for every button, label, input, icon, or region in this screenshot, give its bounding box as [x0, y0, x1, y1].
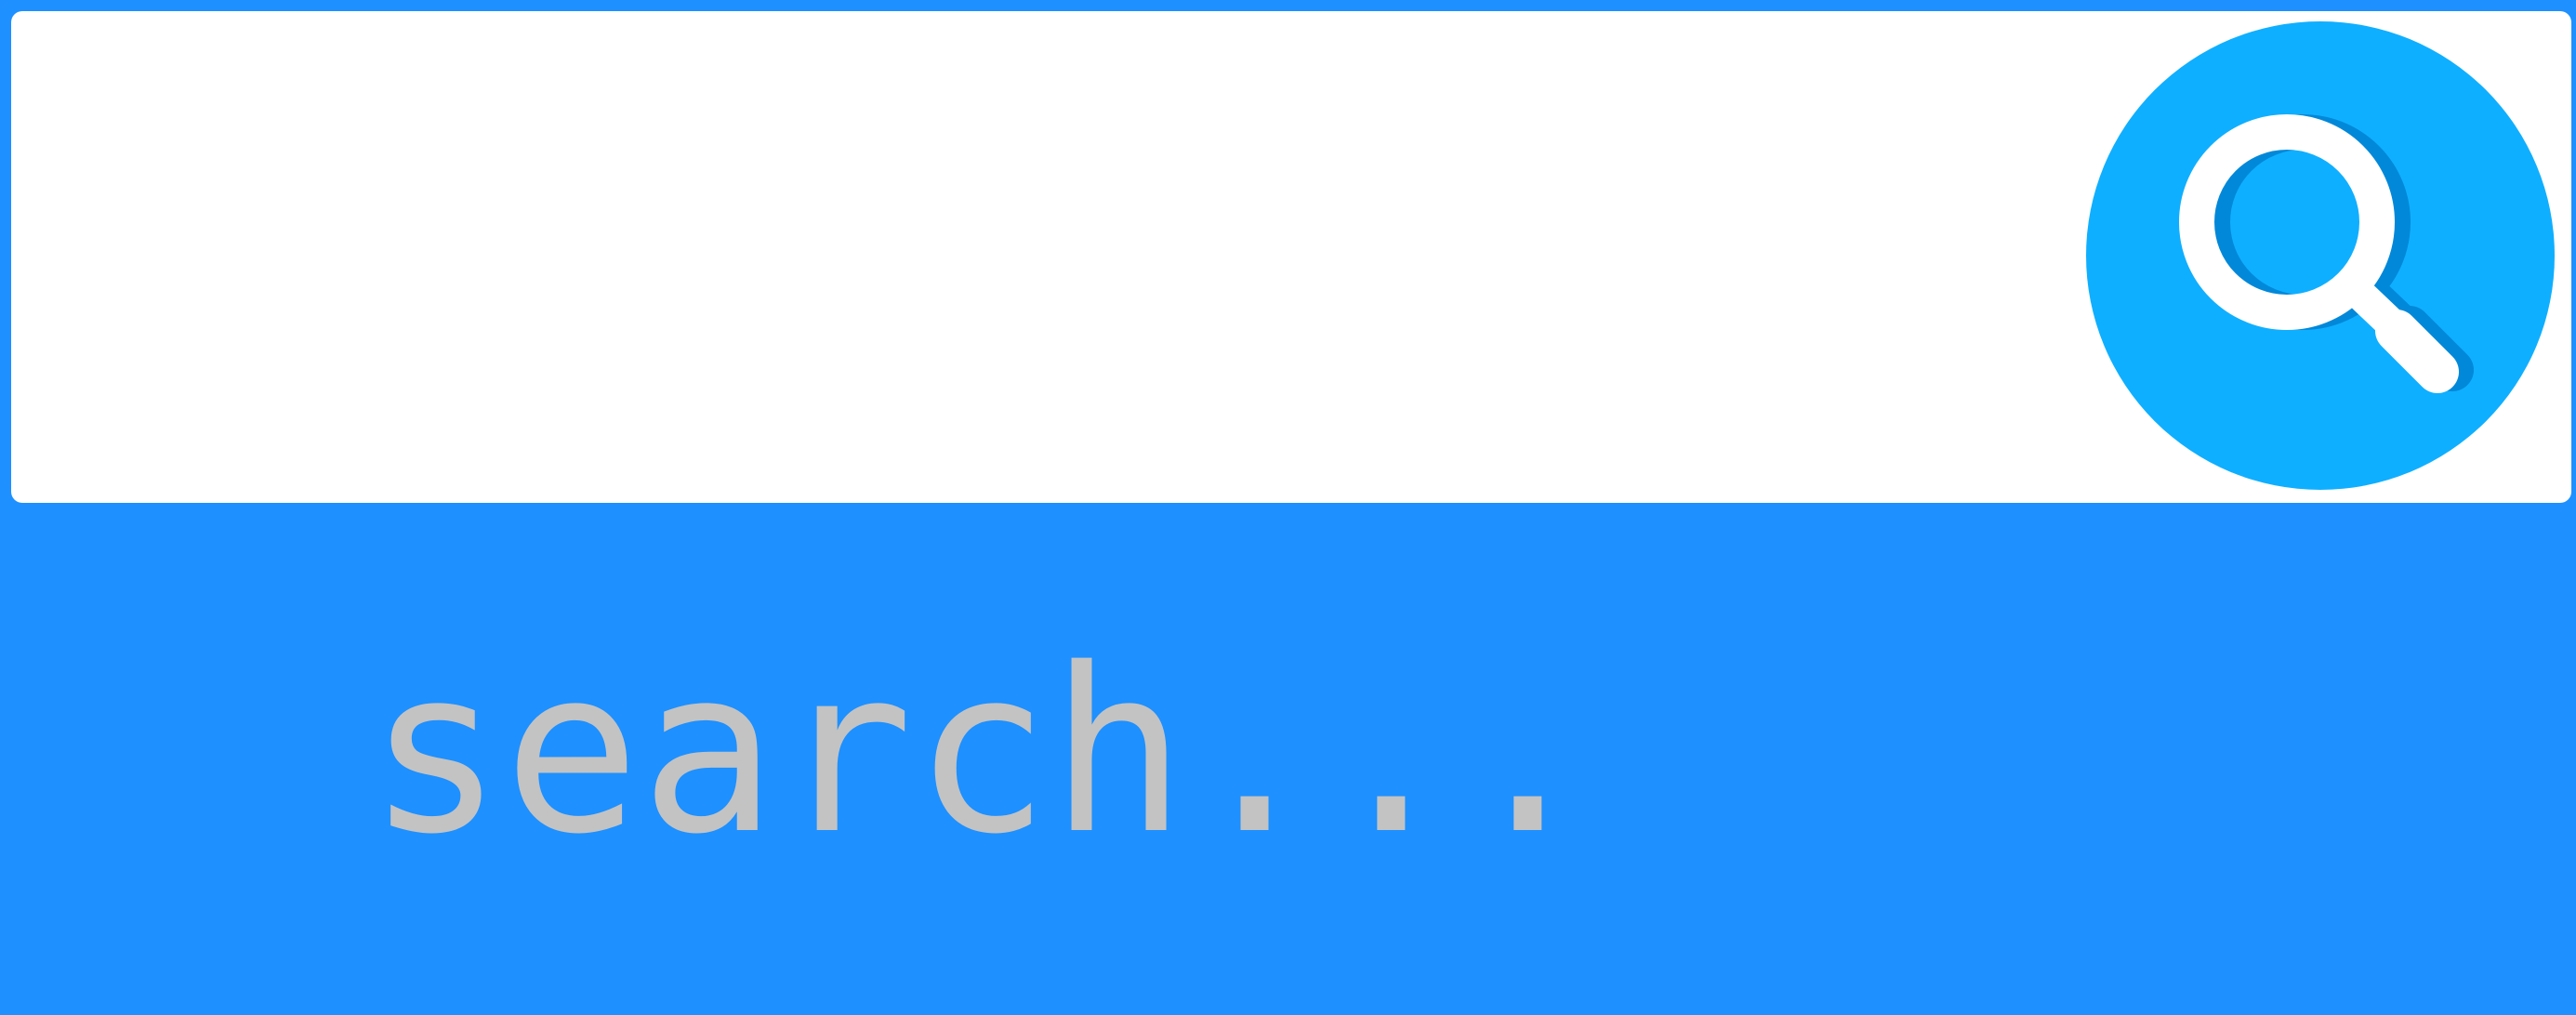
search-button[interactable] [0, 0, 2576, 508]
search-placeholder: search... [366, 620, 1596, 884]
search-button-circle[interactable] [2086, 21, 2555, 490]
